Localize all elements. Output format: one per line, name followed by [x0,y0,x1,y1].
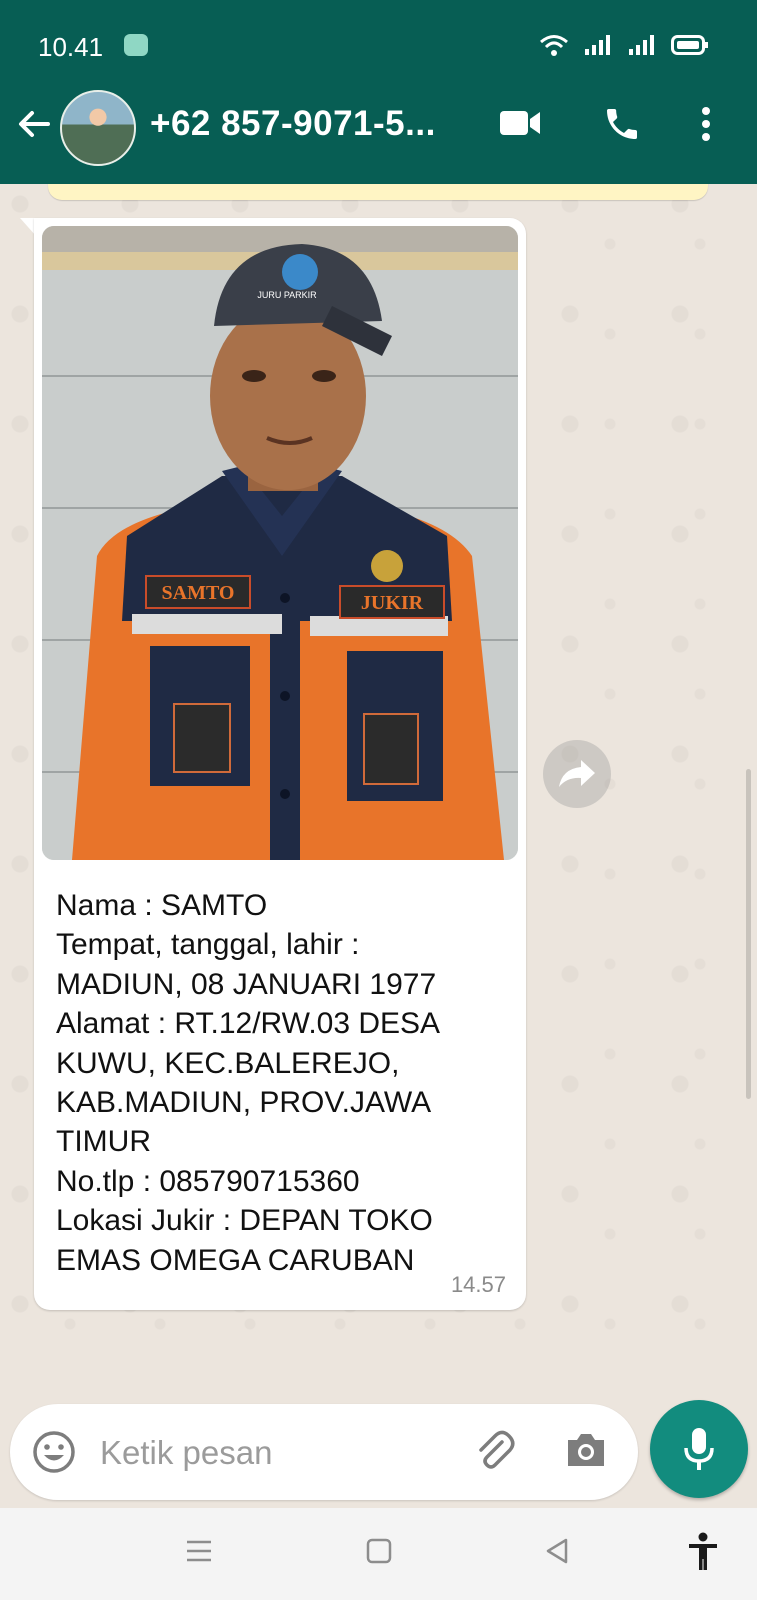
message-bubble[interactable]: SAMTO JUKIR JURU PARKIR Nama: SAMTO Tem… [34,218,526,1310]
chat-header: +62 857-9071-5... [0,66,757,184]
photo-cap-text: JURU PARKIR [257,290,317,300]
chat-area[interactable]: SAMTO JUKIR JURU PARKIR Nama: SAMTO Tem… [0,184,757,1374]
scrollbar[interactable] [746,769,751,1099]
accessibility-icon[interactable] [686,1532,720,1572]
signal-icon-1 [585,35,610,55]
composer-box[interactable] [10,1404,638,1500]
home-nav-icon[interactable] [364,1536,394,1566]
back-arrow-icon[interactable] [14,104,54,144]
forward-arrow-icon [559,760,595,787]
contact-name[interactable]: +62 857-9071-5... [150,104,436,144]
previous-message-bubble[interactable] [48,184,708,200]
voice-call-icon[interactable] [602,104,642,144]
caption-line: Tempat, tanggal, lahir : [56,928,360,962]
caption-line: KUWU, KEC.BALEREJO, [56,1046,400,1080]
system-icons [539,34,709,56]
signal-icon-2 [629,35,654,55]
status-bar: 10.41 [0,0,757,66]
contact-avatar[interactable] [60,90,136,166]
caption-line: MADIUN, 08 JANUARI 1977 [56,967,437,1001]
message-photo[interactable]: SAMTO JUKIR JURU PARKIR [42,226,518,860]
video-call-icon[interactable] [498,106,542,140]
message-timestamp: 14.57 [450,1272,506,1297]
photo-name-patch: SAMTO [162,582,235,604]
notification-icon [124,34,148,56]
photo-role-patch: JUKIR [361,592,424,614]
photo-illustration: SAMTO JUKIR JURU PARKIR [42,226,518,860]
caption-line: KAB.MADIUN, PROV.JAWA [56,1086,432,1120]
voice-record-button[interactable] [650,1400,748,1498]
attach-icon[interactable] [472,1428,518,1474]
system-navigation-bar [0,1508,757,1600]
status-time: 10.41 [38,32,104,62]
emoji-icon[interactable] [32,1430,76,1474]
battery-icon [671,35,708,55]
caption-line: EMAS OMEGA CARUBAN [56,1243,415,1277]
camera-icon[interactable] [564,1430,608,1470]
message-input[interactable] [98,1424,432,1482]
caption-line: TIMUR [56,1125,151,1159]
wifi-icon [540,35,568,56]
message-caption: Nama : SAMTO Tempat, tanggal, lahir : MA… [56,886,516,1280]
caption-line: Alamat : RT.12/RW.03 DESA [56,1007,441,1041]
caption-line: No.tlp : 085790715360 [56,1164,360,1198]
microphone-icon [684,1428,714,1470]
back-nav-icon[interactable] [542,1536,572,1566]
more-options-icon[interactable] [700,106,712,142]
caption-line: Lokasi Jukir : DEPAN TOKO [56,1204,433,1238]
forward-button[interactable] [543,740,611,808]
composer-area [0,1374,757,1508]
caption-line: Nama : SAMTO [56,889,268,922]
menu-nav-icon[interactable] [184,1536,214,1566]
